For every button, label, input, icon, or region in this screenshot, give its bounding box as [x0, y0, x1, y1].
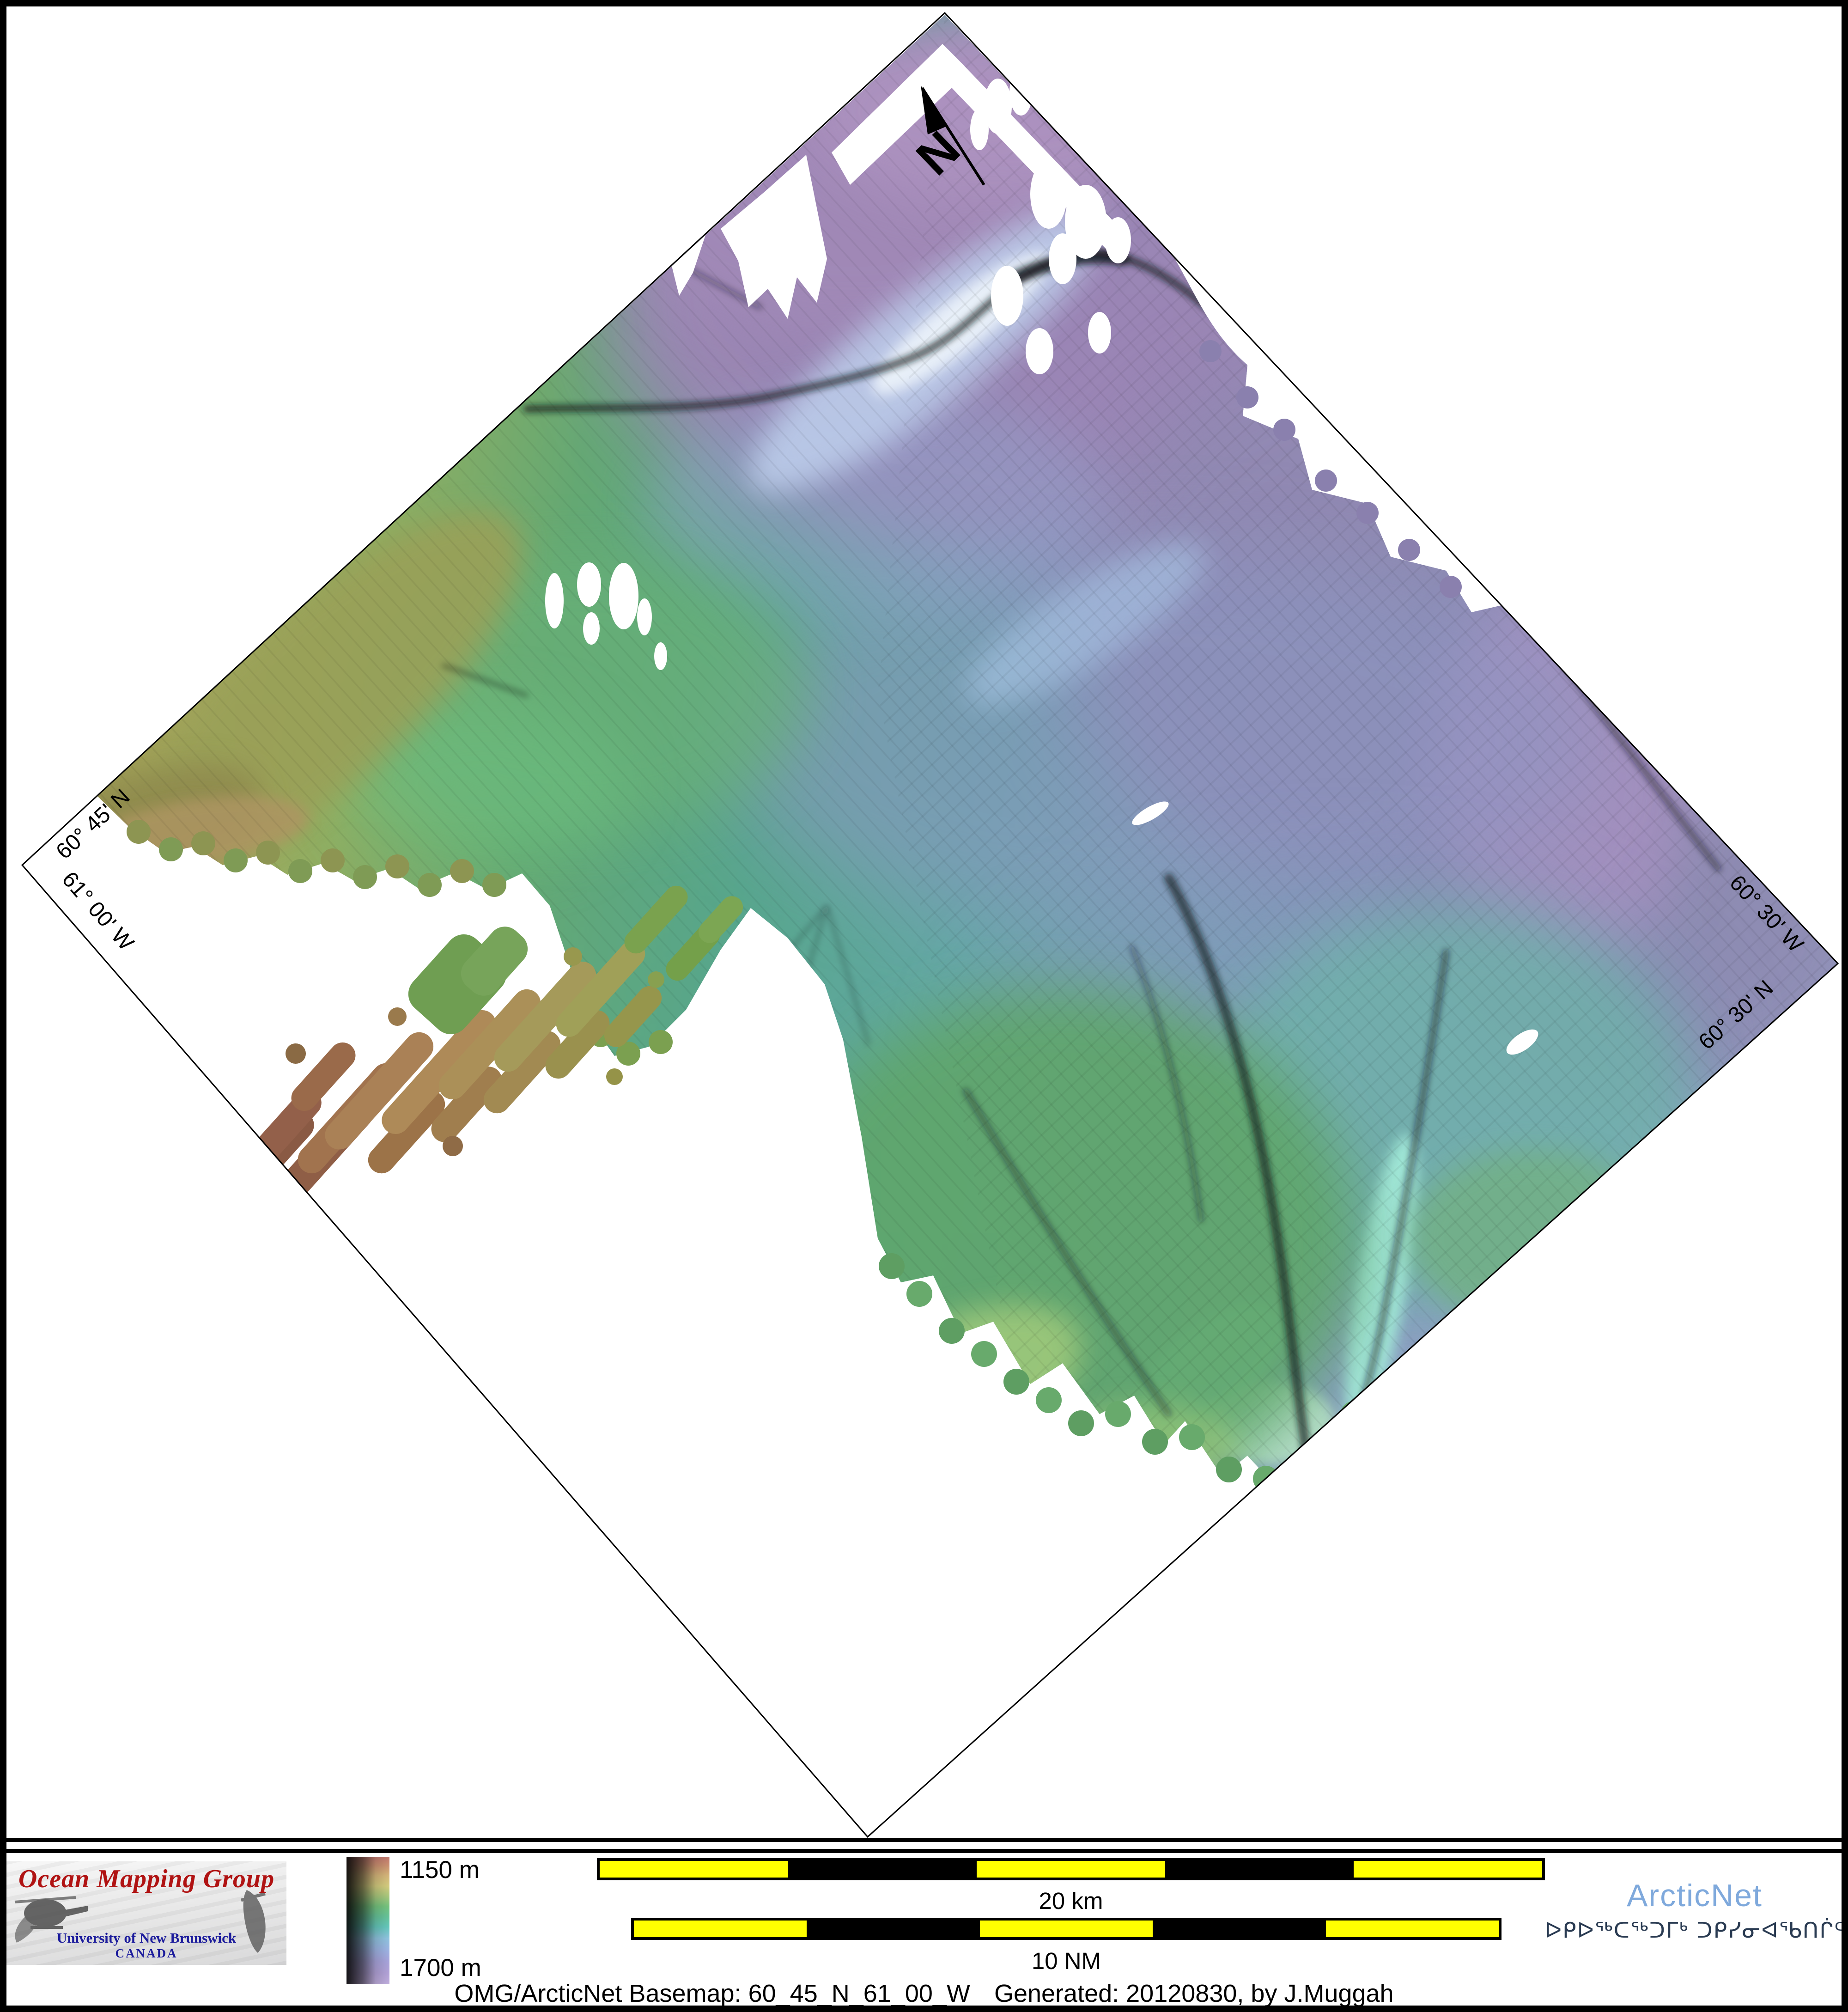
omg-logo: Ocean Mapping Group University of New Br…: [6, 1861, 286, 1965]
arcticnet-logo: ArcticNet ᐅᑭᐅᖅᑕᖅᑐᒥᒃ ᑐᑭᓯᓂᐊᖃᑎᒌᑦ: [1545, 1880, 1844, 1943]
scalebar-km-segment: [1354, 1861, 1542, 1878]
map-bottom-rule: [6, 1838, 1842, 1842]
scalebar-nm-segment: [807, 1921, 979, 1937]
scalebar-nm-segment: [980, 1921, 1153, 1937]
basemap-caption-id: OMG/ArcticNet Basemap: 60_45_N_61_00_W: [454, 1980, 970, 2007]
depth-colorbar: [346, 1857, 389, 1984]
scalebar-nm-segment: [1153, 1921, 1325, 1937]
scalebar-km-segment: [1165, 1861, 1354, 1878]
scalebar-nm-segment: [634, 1921, 807, 1937]
basemap-caption-generated: Generated: 20120830, by J.Muggah: [994, 1980, 1394, 2007]
omg-country: CANADA: [6, 1946, 286, 1961]
scalebar-km-segment: [788, 1861, 977, 1878]
depth-colorbar-bottom-label: 1700 m: [400, 1954, 481, 1982]
scalebar-km-label: 20 km: [597, 1887, 1545, 1914]
scalebar-nm-label: 10 NM: [631, 1947, 1502, 1975]
basemap-sheet: N 60° 45' N 61° 00' W 60° 30' W 60° 30' …: [0, 0, 1848, 2012]
basemap-caption: OMG/ArcticNet Basemap: 60_45_N_61_00_W Ge…: [0, 1979, 1848, 2008]
scalebar-km-segment: [600, 1861, 788, 1878]
bathymetry-map: N 60° 45' N 61° 00' W 60° 30' W 60° 30' …: [0, 0, 1848, 1846]
omg-title: Ocean Mapping Group: [6, 1864, 286, 1894]
arcticnet-inuktitut-name: ᐅᑭᐅᖅᑕᖅᑐᒥᒃ ᑐᑭᓯᓂᐊᖃᑎᒌᑦ: [1545, 1918, 1844, 1943]
scalebar-km: [597, 1858, 1545, 1880]
omg-subtitle: University of New Brunswick: [6, 1930, 286, 1946]
scalebar-km-segment: [977, 1861, 1165, 1878]
footer-top-rule: [6, 1849, 1842, 1853]
scalebar-nm-segment: [1326, 1921, 1499, 1937]
arcticnet-name: ArcticNet: [1545, 1880, 1844, 1911]
scalebar-nm: [631, 1918, 1502, 1940]
depth-colorbar-top-label: 1150 m: [400, 1856, 480, 1884]
